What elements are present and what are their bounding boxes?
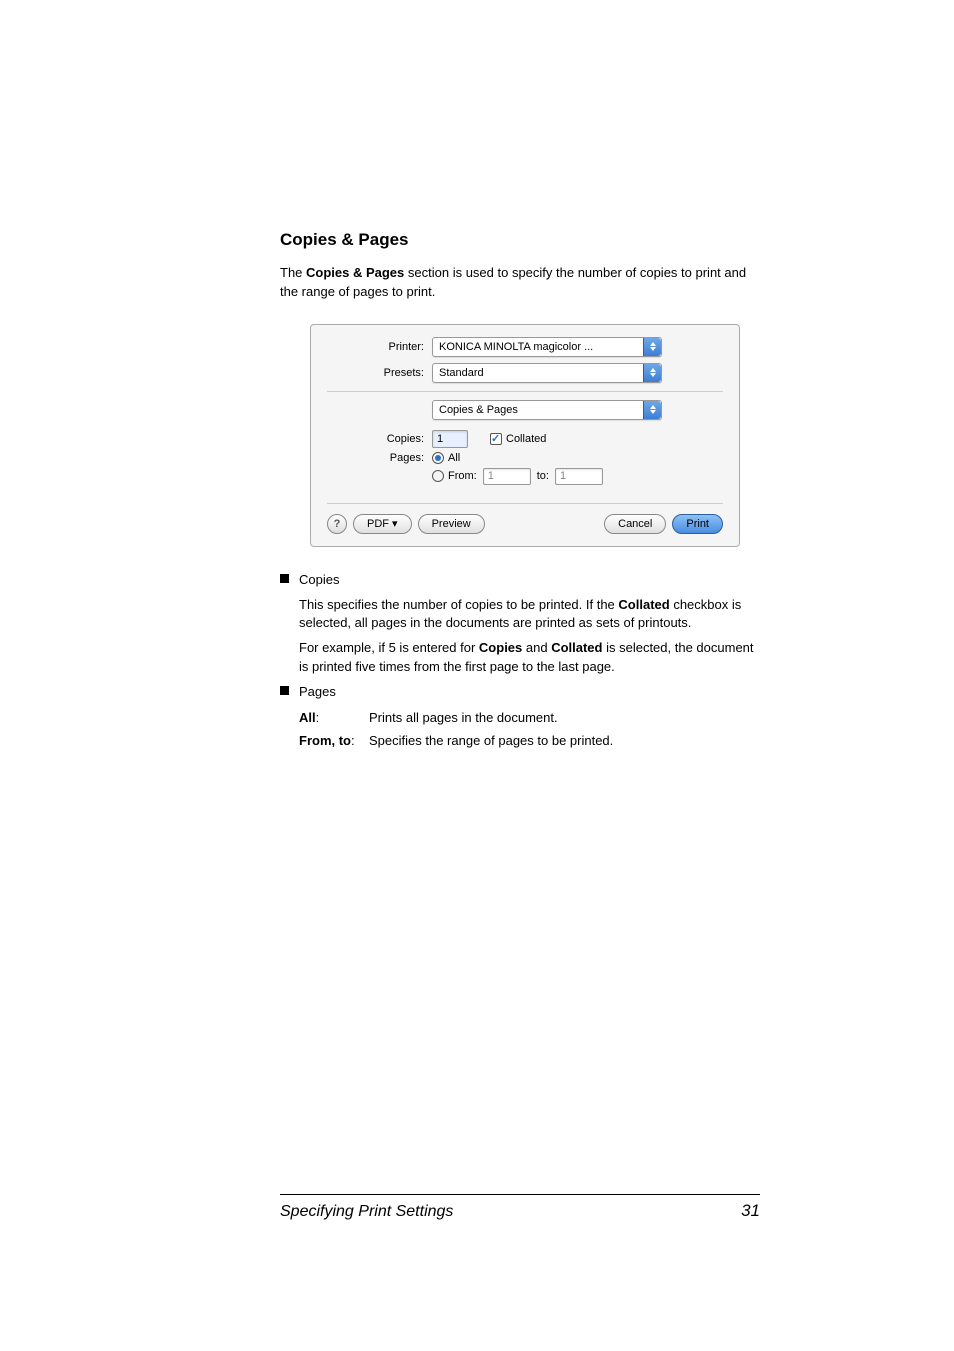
- cancel-button[interactable]: Cancel: [604, 514, 666, 534]
- t: For example, if 5 is entered for: [299, 640, 479, 655]
- pages-label: Pages:: [327, 452, 432, 485]
- bullet-copies: Copies: [280, 571, 760, 590]
- printer-label: Printer:: [327, 341, 432, 353]
- panel-select[interactable]: Copies & Pages: [432, 400, 662, 420]
- c: :: [351, 733, 355, 748]
- c: :: [316, 710, 320, 725]
- panel-value: Copies & Pages: [439, 404, 518, 416]
- pages-all-row: All: [432, 452, 609, 464]
- pages-from-input[interactable]: 1: [483, 468, 531, 485]
- intro-bold: Copies & Pages: [306, 265, 404, 280]
- printer-row: Printer: KONICA MINOLTA magicolor ...: [327, 337, 723, 357]
- t: and: [522, 640, 551, 655]
- pages-to-input[interactable]: 1: [555, 468, 603, 485]
- t: Collated: [551, 640, 602, 655]
- footer-title: Specifying Print Settings: [280, 1203, 453, 1221]
- bullet-icon: [280, 574, 289, 583]
- select-arrows-icon: [643, 338, 661, 356]
- from-def: Specifies the range of pages to be print…: [369, 731, 613, 752]
- collated-label: Collated: [506, 433, 546, 445]
- bullet-icon: [280, 686, 289, 695]
- dialog-footer: ? PDF ▾ Preview Cancel Print: [327, 503, 723, 534]
- presets-value: Standard: [439, 367, 484, 379]
- presets-label: Presets:: [327, 367, 432, 379]
- pdf-button[interactable]: PDF ▾: [353, 514, 412, 534]
- select-arrows-icon: [643, 401, 661, 419]
- page-number: 31: [741, 1201, 760, 1221]
- pages-from-radio[interactable]: [432, 470, 444, 482]
- t: Copies: [479, 640, 522, 655]
- pages-range-row: From: 1 to: 1: [432, 468, 609, 485]
- t: Collated: [618, 597, 669, 612]
- all-def: Prints all pages in the document.: [369, 708, 558, 729]
- pages-all-radio[interactable]: [432, 452, 444, 464]
- collated-checkbox[interactable]: [490, 433, 502, 445]
- intro-part1: The: [280, 265, 306, 280]
- pages-to-label: to:: [537, 470, 549, 482]
- intro-paragraph: The Copies & Pages section is used to sp…: [280, 264, 760, 302]
- presets-row: Presets: Standard: [327, 363, 723, 383]
- t: This specifies the number of copies to b…: [299, 597, 618, 612]
- footer-rule: [280, 1194, 760, 1195]
- select-arrows-icon: [643, 364, 661, 382]
- panel-row: Copies & Pages: [327, 400, 723, 420]
- help-button[interactable]: ?: [327, 514, 347, 534]
- printer-select[interactable]: KONICA MINOLTA magicolor ...: [432, 337, 662, 357]
- divider: [327, 391, 723, 392]
- pages-row: Pages: All From: 1 to: 1: [327, 452, 723, 485]
- def-from: From, to: Specifies the range of pages t…: [299, 731, 760, 752]
- from-term: From, to: [299, 733, 351, 748]
- section-heading: Copies & Pages: [280, 230, 760, 250]
- printer-value: KONICA MINOLTA magicolor ...: [439, 341, 593, 353]
- copies-row: Copies: 1 Collated: [327, 430, 723, 448]
- copies-label: Copies:: [327, 433, 432, 445]
- pages-title: Pages: [299, 683, 760, 702]
- print-button[interactable]: Print: [672, 514, 723, 534]
- preview-button[interactable]: Preview: [418, 514, 485, 534]
- def-all: All: Prints all pages in the document.: [299, 708, 760, 729]
- bullet-pages: Pages: [280, 683, 760, 702]
- copies-title: Copies: [299, 571, 760, 590]
- copies-desc-1: This specifies the number of copies to b…: [299, 596, 760, 634]
- copies-input[interactable]: 1: [432, 430, 468, 448]
- bullet-list: Copies This specifies the number of copi…: [280, 571, 760, 752]
- copies-desc-2: For example, if 5 is entered for Copies …: [299, 639, 760, 677]
- all-term: All: [299, 710, 316, 725]
- pages-all-label: All: [448, 452, 460, 464]
- page-footer: Specifying Print Settings 31: [280, 1194, 760, 1221]
- pages-from-label: From:: [448, 470, 477, 482]
- presets-select[interactable]: Standard: [432, 363, 662, 383]
- print-dialog: Printer: KONICA MINOLTA magicolor ... Pr…: [310, 324, 740, 547]
